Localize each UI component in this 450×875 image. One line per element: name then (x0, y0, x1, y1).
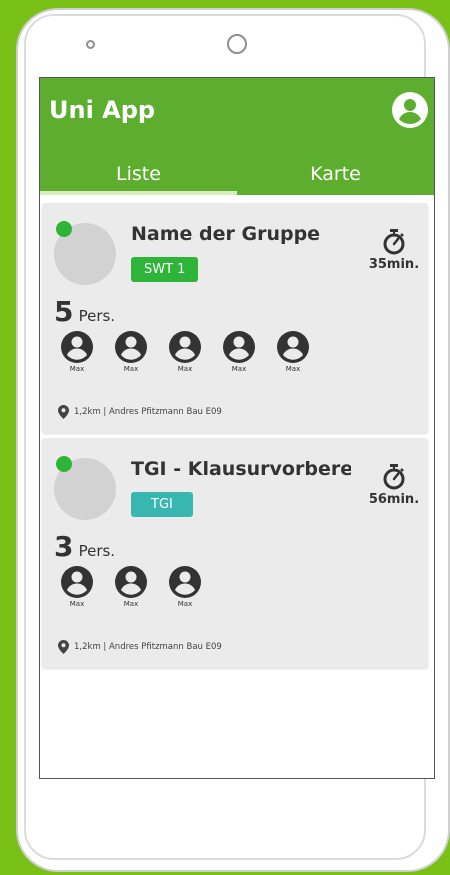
person-icon (169, 331, 201, 363)
member-count-unit: Pers. (78, 307, 116, 325)
member-avatar[interactable]: Max (216, 330, 262, 373)
person-icon (61, 331, 93, 363)
app-bar: Uni App Liste Karte (40, 78, 434, 195)
app-screen: Uni App Liste Karte Name der Gruppe SWT … (39, 77, 435, 779)
course-tag[interactable]: TGI (131, 492, 193, 517)
person-icon (115, 331, 147, 363)
member-avatar[interactable]: Max (270, 330, 316, 373)
camera-dot (227, 34, 247, 54)
member-avatar[interactable]: Max (162, 330, 208, 373)
member-count: 5 Pers. (54, 295, 115, 328)
person-icon (169, 566, 201, 598)
online-indicator (56, 221, 72, 237)
time-remaining: 35min. (368, 257, 420, 272)
member-count-number: 5 (54, 295, 74, 328)
group-card[interactable]: TGI - Klausurvorbereit.. TGI 56min. 3 Pe… (42, 438, 428, 668)
account-circle-icon[interactable] (392, 92, 428, 128)
member-name: Max (69, 600, 85, 608)
stopwatch-icon (383, 464, 405, 490)
app-title: Uni App (49, 96, 156, 124)
tab-liste[interactable]: Liste (40, 155, 237, 195)
speaker-dot (86, 40, 95, 49)
member-name: Max (231, 365, 247, 373)
member-avatar[interactable]: Max (54, 330, 100, 373)
stopwatch-icon (383, 229, 405, 255)
course-tag[interactable]: SWT 1 (131, 257, 199, 282)
member-avatar[interactable]: Max (162, 565, 208, 608)
group-list: Name der Gruppe SWT 1 35min. 5 Pers. Max… (40, 195, 434, 668)
group-name: Name der Gruppe (131, 223, 321, 245)
timer: 35min. (364, 229, 424, 272)
person-icon (61, 566, 93, 598)
map-pin-icon (58, 405, 69, 419)
member-name: Max (69, 365, 85, 373)
map-pin-icon (58, 640, 69, 654)
member-count-number: 3 (54, 530, 74, 563)
member-list: Max Max Max Max Max (54, 330, 316, 373)
online-indicator (56, 456, 72, 472)
member-name: Max (177, 600, 193, 608)
member-avatar[interactable]: Max (108, 565, 154, 608)
person-icon (277, 331, 309, 363)
member-name: Max (177, 365, 193, 373)
location-row: 1,2km | Andres Pfitzmann Bau E09 (58, 640, 222, 654)
person-icon (115, 566, 147, 598)
member-count: 3 Pers. (54, 530, 115, 563)
timer: 56min. (364, 464, 424, 507)
member-name: Max (285, 365, 301, 373)
member-avatar[interactable]: Max (108, 330, 154, 373)
group-name: TGI - Klausurvorbereit.. (131, 458, 351, 480)
location-text: 1,2km | Andres Pfitzmann Bau E09 (74, 407, 222, 417)
person-icon (223, 331, 255, 363)
group-card[interactable]: Name der Gruppe SWT 1 35min. 5 Pers. Max… (42, 203, 428, 433)
member-name: Max (123, 365, 139, 373)
tab-karte[interactable]: Karte (237, 155, 434, 195)
member-name: Max (123, 600, 139, 608)
location-row: 1,2km | Andres Pfitzmann Bau E09 (58, 405, 222, 419)
member-avatar[interactable]: Max (54, 565, 100, 608)
location-text: 1,2km | Andres Pfitzmann Bau E09 (74, 642, 222, 652)
member-list: Max Max Max (54, 565, 208, 608)
member-count-unit: Pers. (78, 542, 116, 560)
time-remaining: 56min. (368, 492, 420, 507)
tab-bar: Liste Karte (40, 155, 434, 195)
